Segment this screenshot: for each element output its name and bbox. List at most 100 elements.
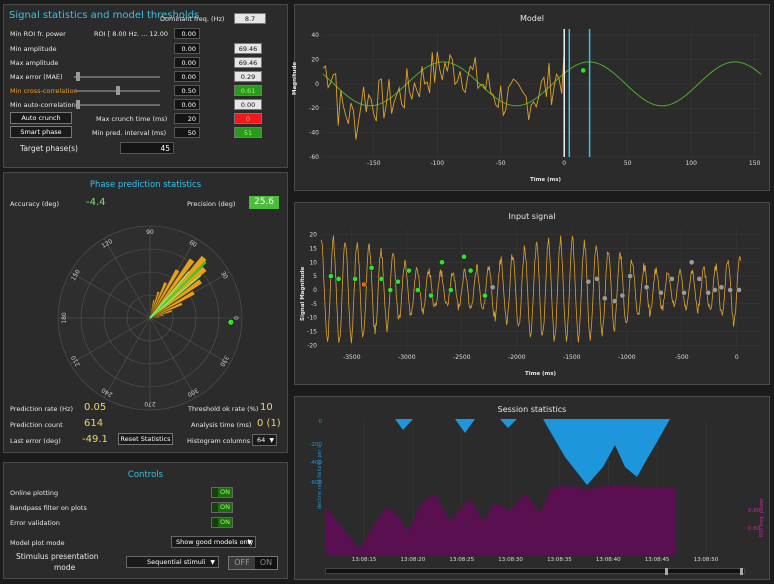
- reset-statistics-button[interactable]: Reset Statistics: [118, 433, 173, 445]
- x-tick-label: 13:08:45: [645, 557, 670, 563]
- prediction-count-value: 614: [84, 418, 104, 429]
- controls-panel: Controls Online plotting ON Bandpass filte…: [3, 462, 288, 579]
- min-pred-indicator: 51: [234, 127, 262, 138]
- y-tick-label: -10: [307, 315, 317, 322]
- y-tick-label: -20: [309, 105, 319, 112]
- model-plot-mode-select[interactable]: Show good models only ▼: [171, 536, 256, 548]
- skipped-stimulus-marker: [627, 273, 633, 279]
- predicted-phase-point: [580, 67, 587, 74]
- model-chart-panel: Model -150 -100 -50 0 50 100 150 40 20 0 -20 -40 -60…: [292, 4, 770, 191]
- min-pred-label: Min pred. interval (ms): [92, 129, 167, 137]
- stimulus-marker: [467, 267, 474, 274]
- threshold-slider-thumb[interactable]: [76, 72, 80, 81]
- stimulus-marker: [335, 276, 342, 282]
- session-left-axis-label: decline rate failures per s: [317, 445, 323, 509]
- x-tick-label: 100: [685, 160, 697, 167]
- max-crunch-input[interactable]: 20: [174, 113, 200, 124]
- scrollbar-thumb-left[interactable]: [665, 568, 668, 575]
- x-tick-label: 0: [735, 354, 739, 361]
- on-off-toggle[interactable]: ON: [211, 502, 233, 513]
- stimulus-mode-select[interactable]: Sequential stimuli ▼: [126, 556, 219, 568]
- stimulus-marker: [395, 278, 401, 285]
- threshold-indicator: 0.29: [234, 71, 262, 82]
- stimulus-marker: [378, 276, 385, 282]
- smart-phase-button[interactable]: Smart phase: [10, 126, 72, 138]
- histogram-columns-select[interactable]: 64 ▼: [252, 434, 277, 446]
- x-tick-label: 13:08:40: [596, 557, 621, 563]
- max-crunch-label: Max crunch time (ms): [96, 115, 168, 123]
- stimulus-marker: [361, 281, 367, 288]
- stimulus-mode-label-1: Stimulus presentation: [16, 552, 99, 561]
- threshold-indicator: 69.46: [234, 57, 262, 68]
- skipped-stimulus-marker: [658, 289, 664, 296]
- dominant-freq-value: 8.7: [234, 13, 266, 24]
- last-error-label: Last error (deg): [10, 437, 61, 445]
- scrollbar-thumb-right[interactable]: [740, 568, 743, 575]
- stimulus-marker: [461, 253, 467, 260]
- threshold-indicator: 69.46: [234, 43, 262, 54]
- toggle-state: ON: [218, 488, 232, 497]
- model-plot-mode-label: Model plot mode: [10, 539, 65, 547]
- skipped-stimulus-marker: [736, 287, 742, 293]
- chevron-down-icon: ▼: [247, 539, 252, 546]
- y-tick-label: 20: [309, 232, 317, 239]
- threshold-input[interactable]: 0.00: [174, 71, 200, 82]
- y-tick-label: -5: [311, 301, 317, 308]
- model-chart: -150 -100 -50 0 50 100 150 40 20 0 -20 -40 -60: [309, 29, 762, 167]
- polar-angle-label: 270: [144, 400, 156, 407]
- roi-power-input[interactable]: 0.00: [174, 28, 200, 39]
- x-tick-label: 13:08:20: [401, 557, 426, 563]
- x-tick-label: 13:08:35: [547, 557, 572, 563]
- stimulus-marker: [482, 292, 488, 299]
- skipped-stimulus-marker: [688, 259, 695, 266]
- x-tick-label: 13:08:50: [694, 557, 719, 563]
- session-scrollbar[interactable]: [325, 568, 745, 575]
- analysis-time-label: Analysis time (ms): [191, 421, 252, 429]
- histogram-columns-value: 64: [257, 436, 266, 444]
- stimulus-marker: [352, 276, 358, 282]
- left-tick-label: 0: [319, 419, 323, 425]
- prediction-count-label: Prediction count: [10, 421, 63, 429]
- y-tick-label: 15: [309, 245, 317, 252]
- x-tick-label: 150: [749, 160, 761, 167]
- auto-crunch-button[interactable]: Auto crunch: [10, 112, 72, 124]
- skipped-stimulus-marker: [727, 287, 734, 293]
- phase-panel-title: Phase prediction statistics: [89, 180, 202, 190]
- x-tick-label: -1500: [563, 354, 581, 361]
- x-tick-label: -3500: [343, 354, 361, 361]
- threshold-slider-thumb[interactable]: [116, 86, 120, 95]
- chevron-down-icon: ▼: [210, 559, 215, 566]
- threshold-indicator: 0.61: [234, 85, 262, 96]
- controls-title: Controls: [127, 470, 164, 480]
- target-phase-input[interactable]: 45: [120, 142, 174, 154]
- session-statistics-chart: 13:08:15 13:08:20 13:08:25 13:08:30 13:08:35…: [310, 419, 761, 563]
- skipped-stimulus-marker: [718, 284, 725, 291]
- threshold-input[interactable]: 0.00: [174, 99, 200, 110]
- stimulus-marker: [447, 287, 454, 293]
- x-tick-label: -2000: [508, 354, 526, 361]
- max-crunch-indicator: 0: [234, 113, 262, 124]
- threshold-input[interactable]: 0.00: [174, 43, 200, 54]
- y-tick-label: 5: [313, 273, 317, 280]
- threshold-indicator: 0.00: [234, 99, 262, 110]
- threshold-input[interactable]: 0.50: [174, 85, 200, 96]
- min-pred-input[interactable]: 50: [174, 127, 200, 138]
- x-tick-label: 13:08:15: [352, 557, 377, 563]
- model-chart-ylabel: Magnitude: [292, 61, 298, 95]
- threshold-input[interactable]: 0.00: [174, 57, 200, 68]
- threshold-slider[interactable]: [74, 104, 160, 106]
- x-tick-label: -50: [496, 160, 506, 167]
- session-statistics-panel: Session statistics 13:08:15 13:08:20 13:08…: [294, 396, 770, 580]
- last-prediction-marker: [227, 318, 235, 326]
- threshold-slider[interactable]: [74, 76, 160, 78]
- signal-statistics-panel: Signal statistics and model thresholds D…: [3, 4, 288, 168]
- on-off-toggle[interactable]: ON: [211, 487, 233, 498]
- skipped-stimulus-marker: [643, 284, 650, 291]
- on-off-toggle[interactable]: ON: [211, 517, 233, 528]
- x-tick-label: -100: [430, 160, 444, 167]
- stimulus-toggle[interactable]: OFF ON: [228, 556, 278, 570]
- threshold-slider-thumb[interactable]: [76, 100, 80, 109]
- x-tick-label: -150: [367, 160, 381, 167]
- skipped-stimulus-marker: [696, 276, 703, 282]
- skipped-stimulus-marker: [611, 298, 618, 304]
